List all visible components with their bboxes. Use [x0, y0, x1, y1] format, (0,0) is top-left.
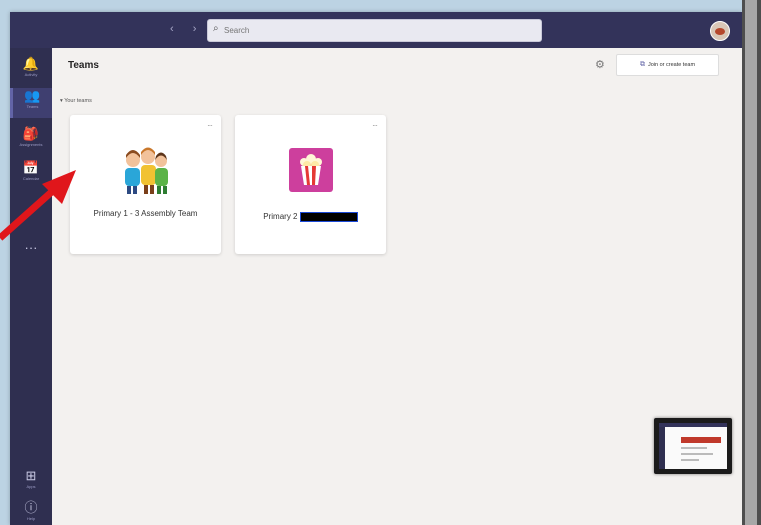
chevron-down-icon: ▾: [60, 98, 63, 104]
page-title: Teams: [68, 60, 99, 71]
app-rail: 🔔 Activity 👥 Teams 🎒 Assignments 📅 Calen…: [10, 48, 52, 525]
pointer-arrow-icon: [0, 170, 76, 241]
window-edge: [742, 0, 761, 525]
teams-icon: 👥: [24, 88, 41, 103]
rail-item-label: Teams: [26, 104, 39, 109]
rail-item-label: Assignments: [19, 142, 43, 147]
rail-item-activity[interactable]: 🔔 Activity: [10, 56, 52, 86]
rail-item-apps[interactable]: ⊞ Apps: [10, 468, 52, 498]
team-name: Primary 1 - 3 Assembly Team: [93, 209, 198, 218]
assignments-icon: 🎒: [22, 126, 40, 141]
search-box[interactable]: ⌕: [207, 19, 542, 42]
bell-icon: 🔔: [22, 56, 40, 71]
video-thumbnail-screen: [659, 423, 727, 469]
team-card[interactable]: ··· Primary 1 - 3 Assembly Team: [70, 115, 221, 254]
rail-item-label: Help: [26, 516, 36, 521]
rail-item-label: Activity: [24, 72, 38, 77]
top-bar: ‹ › ⌕: [10, 12, 742, 48]
join-team-icon: ⧉: [639, 61, 645, 68]
team-avatar-tile: [289, 148, 333, 192]
thumbnail-preview-icon: [659, 423, 727, 469]
teams-window: ‹ › ⌕ 🔔 Activity 👥 Teams 🎒 Assignments 📅…: [10, 12, 742, 525]
team-name: Primary 2: [263, 212, 298, 221]
more-options-icon[interactable]: ···: [207, 121, 213, 130]
team-name-row: Primary 2: [245, 211, 376, 223]
more-options-icon[interactable]: ···: [372, 121, 378, 130]
redaction-bar: [299, 211, 358, 222]
search-input[interactable]: [222, 22, 526, 39]
team-avatar-kids-icon: [125, 147, 168, 194]
avatar[interactable]: [710, 21, 730, 41]
apps-icon: ⊞: [25, 468, 37, 483]
rail-item-assignments[interactable]: 🎒 Assignments: [10, 126, 52, 156]
video-thumbnail[interactable]: [654, 418, 732, 474]
gear-icon[interactable]: ⚙: [595, 58, 605, 71]
join-or-create-team-button[interactable]: ⧉ Join or create team: [616, 54, 719, 76]
rail-item-help[interactable]: ⓘ Help: [10, 500, 52, 525]
popcorn-icon: [300, 154, 322, 185]
rail-item-label: Apps: [26, 484, 36, 489]
search-icon: ⌕: [213, 23, 219, 34]
help-icon: ⓘ: [24, 500, 38, 515]
back-forward-arrows[interactable]: ‹ ›: [170, 23, 204, 35]
rail-item-teams[interactable]: 👥 Teams: [10, 88, 52, 118]
team-card[interactable]: ··· Primary 2: [235, 115, 386, 254]
section-label: Your teams: [64, 98, 92, 104]
section-toggle-your-teams[interactable]: ▾ Your teams: [60, 98, 92, 104]
join-button-label: Join or create team: [647, 62, 696, 68]
